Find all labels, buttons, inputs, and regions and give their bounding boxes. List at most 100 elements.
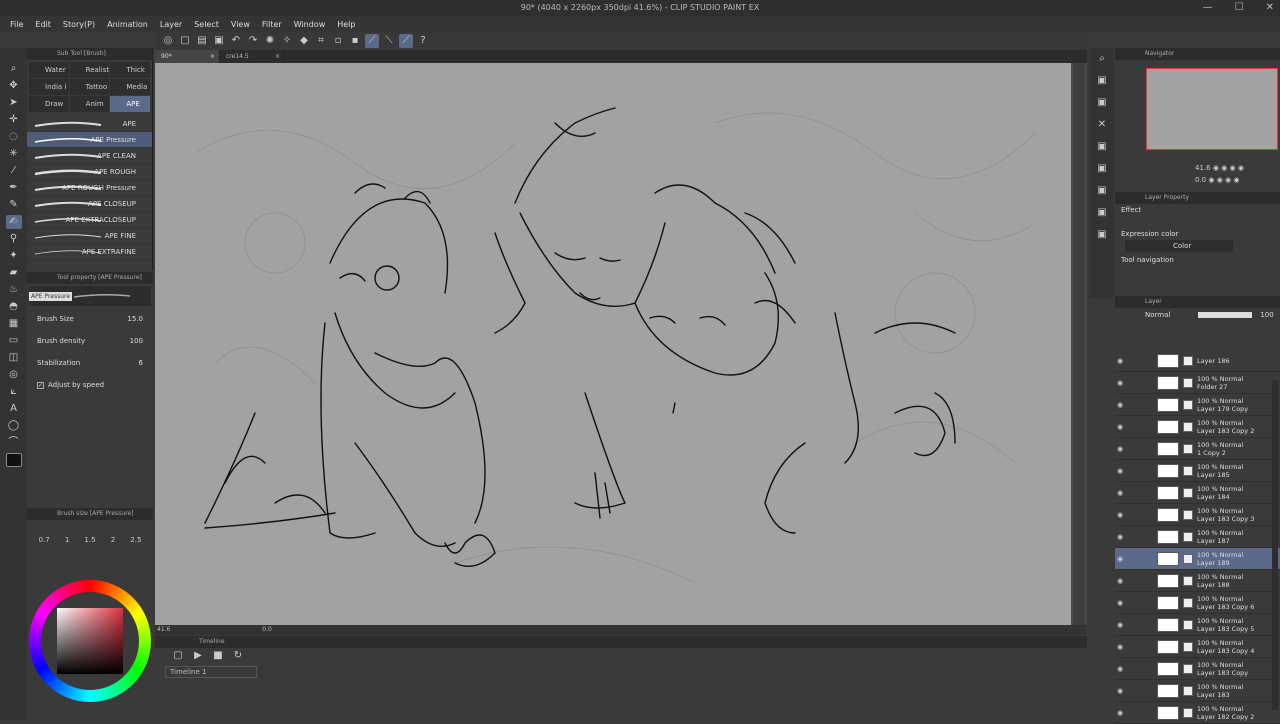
layer-row[interactable]: ◉ 100 % Normal Layer 188 [1115,570,1280,592]
brush-size-value[interactable]: 15.0 [127,315,143,323]
brush-ape-fine[interactable]: APE FINE [27,228,152,244]
tab-water[interactable]: Water [29,62,69,78]
brush-ape[interactable]: APE [27,116,152,132]
layer-row[interactable]: ◉ 100 % Normal Layer 184 [1115,482,1280,504]
brush-ape-rough-pressure[interactable]: APE ROUGH Pressure [27,180,152,196]
stabilization-value[interactable]: 6 [139,359,143,367]
deselect-icon[interactable]: ▫ [331,34,345,48]
layer-scrollbar[interactable] [1272,380,1278,710]
visibility-eye-icon[interactable]: ◉ [1117,687,1129,695]
nav-zoom[interactable]: 41.6 [1195,164,1211,172]
layer-row[interactable]: ◉ 100 % Normal Layer 183 [1115,680,1280,702]
angle-readout[interactable]: 0.0 [262,626,272,633]
move-tool-icon[interactable]: ✥ [6,79,22,93]
size-preset[interactable]: 0.7 [39,536,50,544]
layer-row[interactable]: ◉ 100 % Normal Layer 183 Copy 2 [1115,416,1280,438]
brush-ape-clean[interactable]: APE CLEAN [27,148,152,164]
zoom-tool-icon[interactable]: ⌕ [6,62,22,76]
close-tab-icon[interactable]: × [210,50,215,63]
visibility-eye-icon[interactable]: ◉ [1117,379,1129,387]
layer-row[interactable]: ◉ Layer 186 [1115,350,1280,372]
opacity-value[interactable]: 100 [1260,311,1273,319]
visibility-eye-icon[interactable]: ◉ [1117,599,1129,607]
snap-grid-icon[interactable]: ⟋ [399,34,413,48]
visibility-eye-icon[interactable]: ◉ [1117,445,1129,453]
brush-ape-closeup[interactable]: APE CLOSEUP [27,196,152,212]
menu-story[interactable]: Story(P) [57,20,101,29]
selection-tool-icon[interactable]: ◌ [6,130,22,144]
brush-ape-extrafine[interactable]: APE EXTRAFINE [27,244,152,260]
visibility-eye-icon[interactable]: ◉ [1117,467,1129,475]
transform-icon[interactable]: ⌗ [314,34,328,48]
eyedropper-icon[interactable]: ⁄ [6,164,22,178]
layer-row[interactable]: ◉ 100 % Normal Layer 185 [1115,460,1280,482]
menu-window[interactable]: Window [288,20,332,29]
adjust-speed-row[interactable]: ✓ Adjust by speed [27,374,153,396]
stop-icon[interactable]: ■ [211,649,225,663]
visibility-eye-icon[interactable]: ◉ [1117,401,1129,409]
frame-tool-icon[interactable]: ◫ [6,351,22,365]
brush-ape-pressure[interactable]: APE Pressure [27,132,152,148]
vertical-scrollbar[interactable] [1073,63,1085,625]
opacity-slider[interactable] [1198,312,1253,318]
layer-row[interactable]: ◉ 100 % Normal Layer 183 Copy 4 [1115,636,1280,658]
gradient-icon[interactable]: ▦ [6,317,22,331]
size-preset[interactable]: 2.5 [130,536,141,544]
fill-tool-icon[interactable]: ◓ [6,300,22,314]
brush-ape-extracloseup[interactable]: APE EXTRACLOSEUP [27,212,152,228]
panel-icon[interactable]: ▣ [1095,96,1109,110]
tab-thick[interactable]: Thick [110,62,150,78]
size-preset[interactable]: 2 [111,536,115,544]
pencil-tool-icon[interactable]: ✎ [6,198,22,212]
layer-row[interactable]: ◉ 100 % Normal Layer 183 Copy [1115,658,1280,680]
loop-icon[interactable]: ↻ [231,649,245,663]
clear-icon[interactable]: ✧ [280,34,294,48]
new-timeline-icon[interactable]: ▢ [171,649,185,663]
text-tool-icon[interactable]: A [6,402,22,416]
play-icon[interactable]: ▶ [191,649,205,663]
menu-layer[interactable]: Layer [154,20,188,29]
panel-icon[interactable]: ▣ [1095,162,1109,176]
visibility-eye-icon[interactable]: ◉ [1117,643,1129,651]
app-logo-icon[interactable]: ◎ [161,34,175,48]
fill-icon[interactable]: ◆ [297,34,311,48]
brush-size-row[interactable]: Brush Size 15.0 [27,308,153,330]
visibility-eye-icon[interactable]: ◉ [1117,555,1129,563]
layer-row[interactable]: ◉ 100 % Normal Layer 179 Copy [1115,394,1280,416]
visibility-eye-icon[interactable]: ◉ [1117,357,1129,365]
visibility-eye-icon[interactable]: ◉ [1117,511,1129,519]
tab-india[interactable]: India i [29,79,69,95]
main-color-swatch[interactable] [5,453,22,467]
visibility-eye-icon[interactable]: ◉ [1117,709,1129,717]
airbrush-icon[interactable]: ⚲ [6,232,22,246]
menu-filter[interactable]: Filter [256,20,288,29]
visibility-eye-icon[interactable]: ◉ [1117,533,1129,541]
doc-tab-active[interactable]: 90* × [155,50,220,63]
menu-select[interactable]: Select [188,20,225,29]
doc-tab[interactable]: cre14.5 × [220,50,285,63]
saturation-square[interactable] [57,608,123,674]
stabilization-row[interactable]: Stabilization 6 [27,352,153,374]
blend-tool-icon[interactable]: ♨ [6,283,22,297]
blend-mode[interactable]: Normal [1145,311,1170,319]
crop-icon[interactable]: ▪ [348,34,362,48]
drawing-canvas[interactable] [155,63,1071,625]
move-layer-icon[interactable]: ✛ [6,113,22,127]
menu-file[interactable]: File [4,20,29,29]
visibility-eye-icon[interactable]: ◉ [1117,665,1129,673]
menu-view[interactable]: View [225,20,256,29]
minimize-icon[interactable]: — [1203,0,1213,16]
layer-row[interactable]: ◉ 100 % Normal Layer 183 Copy 5 [1115,614,1280,636]
panel-icon[interactable]: ▣ [1095,228,1109,242]
tab-media[interactable]: Media [110,79,150,95]
ruler-tool-icon[interactable]: ◎ [6,368,22,382]
panel-icon[interactable]: ▣ [1095,206,1109,220]
save-icon[interactable]: ▣ [212,34,226,48]
line-tool-icon[interactable]: ⟀ [6,385,22,399]
zoom-readout[interactable]: 41.6 [157,626,170,633]
tab-draw[interactable]: Draw [29,96,69,112]
layer-folder[interactable]: ◉ 100 % Normal Folder 27 [1115,372,1280,394]
layer-row[interactable]: ◉ 100 % Normal 1 Copy 2 [1115,438,1280,460]
operation-tool-icon[interactable]: ➤ [6,96,22,110]
figure-tool-icon[interactable]: ▭ [6,334,22,348]
